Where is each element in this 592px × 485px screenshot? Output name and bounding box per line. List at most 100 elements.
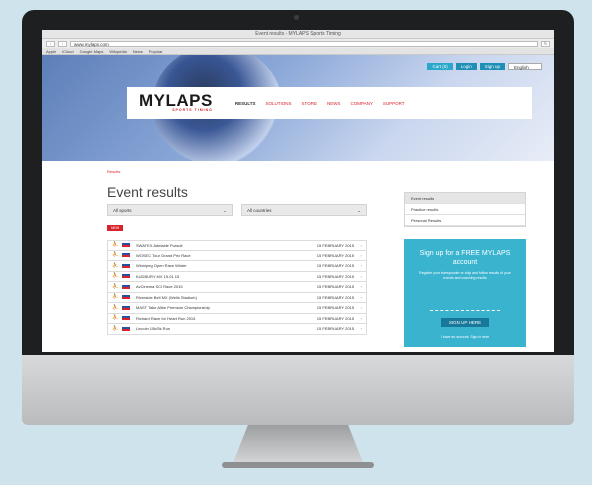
- main-navigation: MYLAPS SPORTS TIMING RESULTS SOLUTIONS S…: [127, 87, 532, 119]
- sidebar-item-event-results[interactable]: Event results: [405, 193, 525, 204]
- event-name: Winnipeg Open Race Winter: [136, 263, 187, 269]
- bookmark-item[interactable]: iCloud: [62, 48, 73, 54]
- nav-solutions[interactable]: SOLUTIONS: [266, 101, 292, 106]
- filter-bar: All sports ⌄ All countries ⌄: [107, 204, 367, 216]
- sport-icon: ⛹: [112, 325, 119, 332]
- back-button[interactable]: ‹: [46, 40, 55, 47]
- sidebar-item-practice-results[interactable]: Practice results: [405, 204, 525, 215]
- event-date: 15 FEBRUARY 2015: [316, 242, 354, 248]
- hero-banner: Cart (0) Login Sign up English MYLAPS SP…: [42, 55, 554, 161]
- event-date: 15 FEBRUARY 2015: [316, 252, 354, 258]
- sport-icon: ⛹: [112, 262, 119, 269]
- signup-promo: Sign up for a FREE MYLAPS account Regist…: [404, 239, 526, 347]
- country-filter-value: All countries: [247, 208, 272, 213]
- event-date: 15 FEBRUARY 2015: [316, 294, 354, 300]
- bookmark-item[interactable]: Popular: [149, 48, 163, 54]
- chevron-right-icon: ›: [360, 305, 362, 311]
- chevron-right-icon: ›: [360, 284, 362, 290]
- list-item[interactable]: ⛹ WOSEC Tour Grand Prix Race 15 FEBRUARY 2…: [107, 250, 367, 261]
- window-title: Event results - MYLAPS Sports Timing: [42, 30, 554, 39]
- cart-button[interactable]: Cart (0): [427, 63, 453, 70]
- list-item[interactable]: ⛹ MAST Take Alike Premium Championship 15 …: [107, 303, 367, 314]
- login-button[interactable]: Login: [455, 63, 477, 70]
- chevron-right-icon: ›: [360, 273, 362, 279]
- sidebar: Event results Practice results Personal …: [404, 192, 526, 347]
- mylaps-logo[interactable]: MYLAPS SPORTS TIMING: [139, 92, 213, 112]
- flag-icon: [122, 243, 130, 248]
- sport-icon: ⛹: [112, 304, 119, 311]
- flag-icon: [122, 326, 130, 331]
- event-list: ⛹ SWATEX Adelaide Pursuit 15 FEBRUARY 2015…: [107, 240, 367, 335]
- list-item[interactable]: ⛹ SWATEX Adelaide Pursuit 15 FEBRUARY 2015…: [107, 240, 367, 251]
- nav-company[interactable]: COMPANY: [350, 101, 372, 106]
- language-select[interactable]: English: [508, 63, 542, 70]
- nav-news[interactable]: NEWS: [327, 101, 341, 106]
- breadcrumb[interactable]: Results: [107, 169, 554, 174]
- event-name: Richard Race for Heart Run 2015: [136, 315, 196, 321]
- new-badge: NEW: [107, 225, 124, 231]
- event-date: 15 FEBRUARY 2015: [316, 326, 354, 332]
- nav-support[interactable]: SUPPORT: [383, 101, 405, 106]
- flag-icon: [122, 295, 130, 300]
- event-date: 15 FEBRUARY 2015: [316, 263, 354, 269]
- bookmark-item[interactable]: Wikipedia: [109, 48, 126, 54]
- flag-icon: [122, 316, 130, 321]
- sidebar-item-personal-results[interactable]: Personal Results: [405, 215, 525, 226]
- browser-toolbar: ‹ › www.mylaps.com ↻: [42, 39, 554, 48]
- event-date: 15 FEBRUARY 2015: [316, 315, 354, 321]
- event-name: Riverside Bell MX (Wells Stadium): [136, 294, 197, 300]
- list-item[interactable]: ⛹ Richard Race for Heart Run 2015 15 FEBRU…: [107, 313, 367, 324]
- event-date: 15 FEBRUARY 2015: [316, 284, 354, 290]
- list-item[interactable]: ⛹ Lincoln 10k/5k Run 15 FEBRUARY 2015 ›: [107, 324, 367, 335]
- promo-text: Register your transponder or chip and fo…: [419, 271, 511, 280]
- nav-store[interactable]: STORE: [302, 101, 317, 106]
- list-item[interactable]: ⛹ KUDBURY MX 15.01.15 15 FEBRUARY 2015 ›: [107, 271, 367, 282]
- monitor-stand: [232, 425, 364, 465]
- signup-button[interactable]: Sign up: [479, 63, 505, 70]
- event-name: WOSEC Tour Grand Prix Race: [136, 252, 191, 258]
- event-name: MAST Take Alike Premium Championship: [136, 305, 210, 311]
- chevron-right-icon: ›: [360, 294, 362, 300]
- monitor-bezel: Event results - MYLAPS Sports Timing ‹ ›…: [22, 10, 574, 355]
- list-item[interactable]: ⛹ Winnipeg Open Race Winter 15 FEBRUARY 20…: [107, 261, 367, 272]
- sport-filter[interactable]: All sports ⌄: [107, 204, 233, 216]
- list-item[interactable]: ⛹ AvCinema SCI Race 2015 15 FEBRUARY 2015 ›: [107, 282, 367, 293]
- reload-icon[interactable]: ↻: [541, 40, 550, 47]
- flag-icon: [122, 263, 130, 268]
- account-bar: Cart (0) Login Sign up English: [427, 63, 542, 70]
- country-filter[interactable]: All countries ⌄: [241, 204, 367, 216]
- sport-icon: ⛹: [112, 283, 119, 290]
- imac: Event results - MYLAPS Sports Timing ‹ ›…: [22, 10, 574, 470]
- flag-icon: [122, 284, 130, 289]
- chevron-right-icon: ›: [360, 252, 362, 258]
- camera-dot: [294, 15, 299, 20]
- promo-title: Sign up for a FREE MYLAPS account: [419, 250, 511, 266]
- chevron-right-icon: ›: [360, 263, 362, 269]
- event-name: Lincoln 10k/5k Run: [136, 326, 171, 332]
- flag-icon: [122, 305, 130, 310]
- sport-filter-value: All sports: [113, 208, 132, 213]
- bookmark-item[interactable]: Apple: [46, 48, 56, 54]
- sport-icon: ⛹: [112, 273, 119, 280]
- flag-icon: [122, 253, 130, 258]
- address-bar[interactable]: www.mylaps.com: [70, 40, 538, 47]
- chevron-down-icon: ⌄: [223, 208, 227, 213]
- chevron-right-icon: ›: [360, 326, 362, 332]
- sport-icon: ⛹: [112, 315, 119, 322]
- monitor-chin: [22, 355, 574, 425]
- event-date: 15 FEBRUARY 2015: [316, 273, 354, 279]
- list-item[interactable]: ⛹ Riverside Bell MX (Wells Stadium) 15 FEB…: [107, 292, 367, 303]
- bookmark-item[interactable]: Google Maps: [80, 48, 104, 54]
- signup-here-button[interactable]: SIGN UP HERE: [440, 318, 490, 327]
- chevron-right-icon: ›: [360, 315, 362, 321]
- nav-results[interactable]: RESULTS: [235, 101, 256, 106]
- chevron-right-icon: ›: [360, 242, 362, 248]
- forward-button[interactable]: ›: [58, 40, 67, 47]
- bookmark-item[interactable]: News: [133, 48, 143, 54]
- monitor-foot: [222, 462, 374, 468]
- signin-link[interactable]: I have an account. Sign in here: [404, 335, 526, 339]
- browser-screen: Event results - MYLAPS Sports Timing ‹ ›…: [42, 30, 554, 352]
- event-date: 15 FEBRUARY 2015: [316, 305, 354, 311]
- race-track-illustration: [430, 289, 500, 311]
- sidebar-menu: Event results Practice results Personal …: [404, 192, 526, 227]
